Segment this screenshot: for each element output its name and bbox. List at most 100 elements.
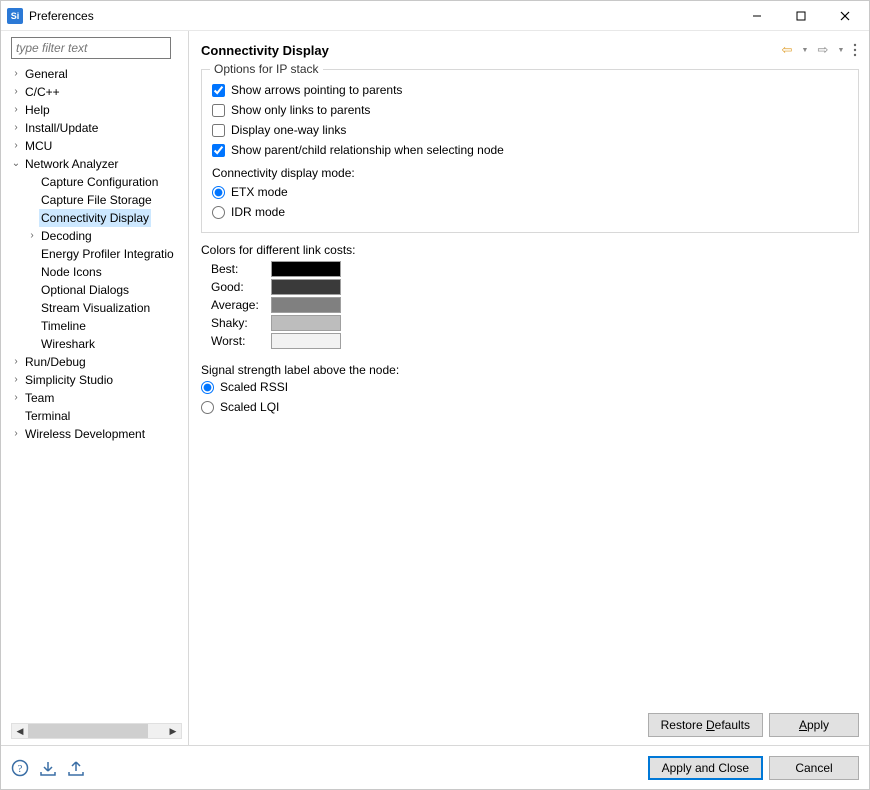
tree-item[interactable]: ›Capture File Storage	[7, 191, 186, 209]
color-swatch[interactable]	[271, 297, 341, 313]
color-swatch[interactable]	[271, 279, 341, 295]
chevron-right-icon[interactable]: ›	[9, 67, 23, 81]
checkbox[interactable]	[212, 144, 225, 157]
tree-item[interactable]: ›Help	[7, 101, 186, 119]
tree-item[interactable]: ›Team	[7, 389, 186, 407]
color-row-label: Worst:	[211, 334, 271, 348]
color-row-label: Best:	[211, 262, 271, 276]
radio[interactable]	[212, 206, 225, 219]
tree-item[interactable]: ›Run/Debug	[7, 353, 186, 371]
chevron-right-icon[interactable]: ›	[9, 373, 23, 387]
checkbox-label: Show parent/child relationship when sele…	[231, 143, 504, 157]
tree-item-label: MCU	[23, 137, 54, 155]
scroll-right-arrow-icon[interactable]: ▶	[165, 724, 181, 738]
radio[interactable]	[201, 381, 214, 394]
tree-item[interactable]: ›Wireless Development	[7, 425, 186, 443]
checkbox[interactable]	[212, 124, 225, 137]
color-swatch[interactable]	[271, 315, 341, 331]
radio-label: IDR mode	[231, 205, 285, 219]
close-button[interactable]	[823, 2, 867, 30]
radio[interactable]	[201, 401, 214, 414]
tree-item[interactable]: ›C/C++	[7, 83, 186, 101]
radio-label: Scaled RSSI	[220, 380, 288, 394]
sidebar: ›General›C/C++›Help›Install/Update›MCU⌄N…	[1, 31, 189, 745]
chevron-down-icon[interactable]: ⌄	[9, 157, 23, 171]
nav-back-dropdown-icon[interactable]: ▼	[797, 42, 813, 58]
tree-item-label: Network Analyzer	[23, 155, 120, 173]
import-preferences-icon[interactable]	[39, 759, 57, 777]
help-icon[interactable]: ?	[11, 759, 29, 777]
chevron-right-icon[interactable]: ›	[9, 85, 23, 99]
tree-item[interactable]: ›Energy Profiler Integratio	[7, 245, 186, 263]
connectivity-mode-radio[interactable]: IDR mode	[212, 202, 848, 222]
close-icon	[840, 11, 850, 21]
filter-input[interactable]	[11, 37, 171, 59]
tree-item-label: Team	[23, 389, 56, 407]
tree-item-label: C/C++	[23, 83, 62, 101]
view-menu-icon[interactable]	[851, 43, 859, 57]
chevron-right-icon[interactable]: ›	[9, 355, 23, 369]
tree-item[interactable]: ›MCU	[7, 137, 186, 155]
scroll-thumb[interactable]	[28, 724, 148, 738]
tree-item-label: Energy Profiler Integratio	[39, 245, 176, 263]
tree-item-label: Install/Update	[23, 119, 100, 137]
page-title: Connectivity Display	[201, 43, 779, 58]
signal-strength-radio[interactable]: Scaled RSSI	[201, 377, 859, 397]
chevron-right-icon[interactable]: ›	[9, 391, 23, 405]
scroll-left-arrow-icon[interactable]: ◀	[12, 724, 28, 738]
chevron-right-icon[interactable]: ›	[9, 121, 23, 135]
chevron-right-icon[interactable]: ›	[9, 427, 23, 441]
chevron-right-icon[interactable]: ›	[25, 229, 39, 243]
titlebar: Si Preferences	[1, 1, 869, 31]
tree-item[interactable]: ›Timeline	[7, 317, 186, 335]
chevron-right-icon[interactable]: ›	[9, 103, 23, 117]
preferences-tree[interactable]: ›General›C/C++›Help›Install/Update›MCU⌄N…	[7, 65, 188, 719]
cancel-button[interactable]: Cancel	[769, 756, 859, 780]
checkbox[interactable]	[212, 104, 225, 117]
nav-forward-icon[interactable]: ⇨	[815, 42, 831, 58]
tree-item[interactable]: ›Install/Update	[7, 119, 186, 137]
apply-and-close-button[interactable]: Apply and Close	[648, 756, 763, 780]
maximize-button[interactable]	[779, 2, 823, 30]
tree-item-label: Node Icons	[39, 263, 104, 281]
tree-item[interactable]: ›General	[7, 65, 186, 83]
ip-stack-group: Options for IP stack Show arrows pointin…	[201, 69, 859, 233]
tree-item[interactable]: ›Stream Visualization	[7, 299, 186, 317]
radio[interactable]	[212, 186, 225, 199]
tree-item-label: Timeline	[39, 317, 88, 335]
tree-item[interactable]: ›Node Icons	[7, 263, 186, 281]
ip-option-check[interactable]: Show only links to parents	[212, 100, 848, 120]
export-preferences-icon[interactable]	[67, 759, 85, 777]
tree-item[interactable]: ›Terminal	[7, 407, 186, 425]
ip-option-check[interactable]: Show parent/child relationship when sele…	[212, 140, 848, 160]
color-swatch[interactable]	[271, 261, 341, 277]
tree-item[interactable]: ›Connectivity Display	[7, 209, 186, 227]
tree-item[interactable]: ⌄Network Analyzer	[7, 155, 186, 173]
tree-item-label: Optional Dialogs	[39, 281, 131, 299]
checkbox[interactable]	[212, 84, 225, 97]
tree-item[interactable]: ›Capture Configuration	[7, 173, 186, 191]
tree-item-label: Capture File Storage	[39, 191, 154, 209]
chevron-right-icon[interactable]: ›	[9, 139, 23, 153]
tree-item[interactable]: ›Simplicity Studio	[7, 371, 186, 389]
ip-option-check[interactable]: Display one-way links	[212, 120, 848, 140]
tree-item[interactable]: ›Wireshark	[7, 335, 186, 353]
connectivity-mode-radio[interactable]: ETX mode	[212, 182, 848, 202]
tree-item-label: Wireless Development	[23, 425, 147, 443]
tree-horizontal-scrollbar[interactable]: ◀ ▶	[11, 723, 182, 739]
ip-option-check[interactable]: Show arrows pointing to parents	[212, 80, 848, 100]
apply-button[interactable]: Apply	[769, 713, 859, 737]
tree-item-label: Run/Debug	[23, 353, 88, 371]
tree-item[interactable]: ›Optional Dialogs	[7, 281, 186, 299]
nav-forward-dropdown-icon[interactable]: ▼	[833, 42, 849, 58]
tree-item[interactable]: ›Decoding	[7, 227, 186, 245]
svg-text:?: ?	[18, 763, 23, 775]
minimize-button[interactable]	[735, 2, 779, 30]
main-panel: Connectivity Display ⇦ ▼ ⇨ ▼ Options for…	[189, 31, 869, 745]
color-swatch[interactable]	[271, 333, 341, 349]
app-icon: Si	[7, 8, 23, 24]
nav-back-icon[interactable]: ⇦	[779, 42, 795, 58]
signal-strength-radio[interactable]: Scaled LQI	[201, 397, 859, 417]
restore-defaults-button[interactable]: Restore Defaults	[648, 713, 763, 737]
signal-strength-label: Signal strength label above the node:	[201, 363, 859, 377]
